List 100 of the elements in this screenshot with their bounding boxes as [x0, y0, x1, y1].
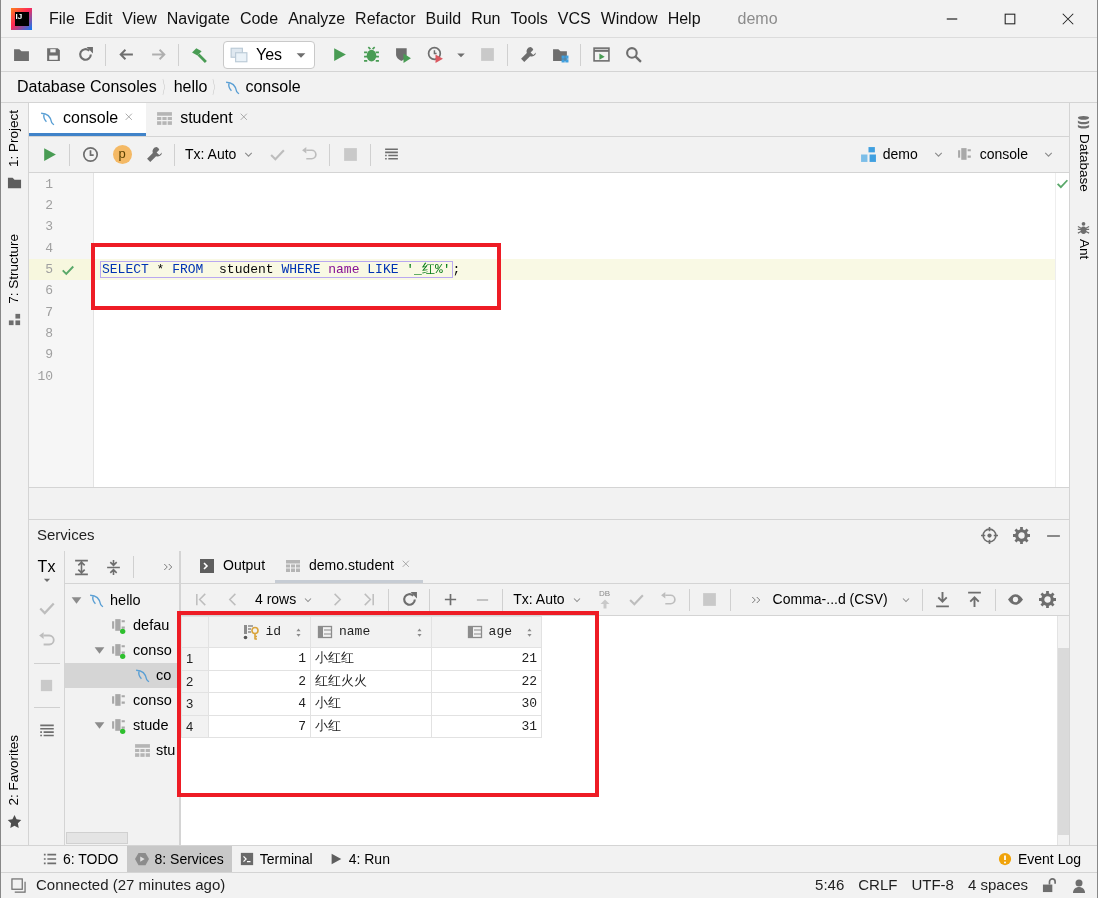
stop-icon — [701, 591, 719, 608]
line-separator[interactable]: CRLF — [858, 874, 898, 897]
transaction-mode-button[interactable]: Tx — [37, 559, 56, 585]
table-cell: 小红红 — [310, 647, 432, 670]
menu-item[interactable]: Help — [662, 4, 706, 33]
upload-arrow-icon — [598, 597, 611, 610]
tool-window-tab[interactable]: 1: Project — [4, 110, 25, 168]
tree-toggle-icon[interactable] — [93, 719, 106, 732]
tree-item[interactable]: conso — [65, 638, 179, 663]
settings-icon — [1039, 591, 1057, 608]
window-icon — [592, 46, 610, 63]
minimize-icon — [945, 17, 959, 20]
menu-item[interactable]: Code — [234, 4, 284, 33]
tree-item[interactable]: defau — [65, 613, 179, 638]
table-cell: 4 — [208, 692, 311, 715]
menu-item[interactable]: Build — [420, 4, 467, 33]
minus-icon — [1044, 534, 1062, 537]
tree-item[interactable]: co — [65, 663, 179, 688]
menu-item[interactable]: Navigate — [161, 4, 235, 33]
line-number: 6 — [44, 282, 53, 301]
table-cell: 31 — [431, 715, 542, 738]
scrollbar[interactable] — [66, 832, 128, 844]
line-number: 10 — [36, 367, 53, 386]
minus-icon — [474, 598, 490, 601]
line-number: 7 — [44, 303, 53, 322]
bug-icon — [362, 46, 380, 63]
scrollbar[interactable] — [1058, 648, 1069, 835]
menu-item[interactable]: Refactor — [350, 4, 421, 33]
tree-item[interactable]: conso — [65, 688, 179, 713]
undo-icon — [300, 146, 318, 163]
breadcrumb-item[interactable]: console — [224, 75, 301, 99]
column-icon — [466, 624, 483, 640]
table-cell: 22 — [431, 670, 542, 693]
tree-toggle-icon[interactable] — [70, 594, 83, 607]
data-source-dropdown[interactable]: demo — [853, 140, 951, 169]
clock-icon — [81, 146, 99, 163]
table-cell: 2 — [208, 670, 311, 693]
column-header[interactable]: name — [311, 617, 431, 647]
maximize-icon — [1003, 11, 1017, 26]
tree-toggle-icon[interactable] — [93, 644, 106, 657]
menu-item[interactable]: Tools — [505, 4, 553, 33]
person-icon[interactable] — [1071, 877, 1087, 894]
page-size-dropdown[interactable]: 4 rows — [249, 585, 321, 614]
tool-window-tab[interactable]: 4: Run — [320, 845, 398, 873]
menu-item[interactable]: View — [117, 4, 162, 33]
breadcrumb-item[interactable]: Database Consoles — [17, 75, 157, 99]
cursor-position[interactable]: 5:46 — [815, 874, 845, 897]
tool-window-tab[interactable]: Database — [1073, 134, 1094, 192]
transaction-dropdown[interactable]: Tx: Auto — [179, 140, 262, 169]
table-cell: 30 — [431, 692, 542, 715]
tree-item[interactable]: hello — [65, 588, 179, 613]
menu-item[interactable]: Window — [595, 4, 663, 33]
menu-item[interactable]: VCS — [552, 4, 596, 33]
clock-icon — [426, 46, 444, 63]
undo-icon — [660, 591, 678, 608]
tree-item[interactable]: stude — [65, 713, 179, 738]
tool-window-tab[interactable]: Terminal — [231, 845, 321, 873]
row-number: 2 — [181, 670, 209, 693]
editor-tab[interactable]: student — [146, 103, 261, 136]
tool-window-tab[interactable]: Ant — [1073, 238, 1094, 260]
file-encoding[interactable]: UTF-8 — [911, 874, 954, 897]
panel-tab[interactable]: demo.student — [275, 551, 423, 583]
run-config-dropdown[interactable]: Yes — [223, 40, 315, 69]
table-cell: 红红火火 — [310, 670, 432, 693]
close-icon — [1061, 11, 1075, 26]
tree-item[interactable]: stu — [65, 738, 179, 763]
window-icon — [230, 45, 248, 64]
profile-button[interactable]: p — [106, 140, 138, 169]
tool-window-tab[interactable]: 2: Favorites — [4, 735, 25, 806]
menu-item[interactable]: File — [44, 4, 80, 33]
lock-icon[interactable] — [1042, 878, 1057, 893]
forward-arrow-icon — [149, 46, 167, 63]
tool-window-tab[interactable]: 6: TODO — [35, 845, 127, 873]
settings-icon — [1012, 527, 1030, 544]
shield-icon — [394, 46, 412, 63]
console-icon — [88, 592, 105, 609]
editor-tab[interactable]: console — [29, 103, 147, 136]
column-header[interactable]: id — [209, 617, 310, 647]
tool-window-tab[interactable]: Event Log — [989, 845, 1089, 873]
table-cell: 小红 — [310, 692, 432, 715]
menu-item[interactable]: Run — [466, 4, 506, 33]
indent-setting[interactable]: 4 spaces — [967, 874, 1028, 897]
structure-icon — [7, 311, 22, 327]
first-icon — [193, 592, 209, 607]
alert-icon — [997, 852, 1012, 866]
menu-item[interactable]: Analyze — [283, 4, 351, 33]
breadcrumb-item[interactable]: hello — [173, 75, 208, 99]
table-icon — [285, 557, 302, 574]
transaction-dropdown[interactable]: Tx: Auto — [507, 585, 589, 614]
session-dropdown[interactable]: console — [950, 140, 1061, 169]
format-dropdown[interactable]: Comma-...d (CSV) — [766, 585, 918, 614]
line-number: 5 — [44, 261, 53, 280]
panel-tab[interactable]: Output — [189, 551, 276, 583]
row-number: 1 — [181, 647, 209, 670]
tool-window-tab[interactable]: 8: Services — [126, 845, 232, 873]
column-header[interactable]: age — [432, 617, 541, 647]
panel-toggle-icon[interactable] — [11, 878, 26, 893]
menu-item[interactable]: Edit — [79, 4, 118, 33]
key-column-icon — [243, 624, 260, 640]
tool-window-tab[interactable]: 7: Structure — [4, 234, 25, 304]
